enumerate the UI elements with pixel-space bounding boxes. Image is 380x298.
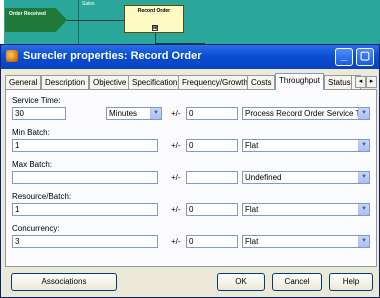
service-time-label: Service Time: (12, 96, 61, 105)
resource-batch-label: Resource/Batch: (12, 192, 72, 201)
process-canvas: Order Received Sales Record Order ⊞ (0, 0, 380, 44)
resource-batch-input[interactable]: 1 (12, 203, 158, 216)
tab-scroll-right-icon[interactable]: ▸ (366, 76, 377, 88)
service-time-unit-select[interactable]: Minutes ▼ (106, 107, 162, 120)
min-batch-label: Min Batch: (12, 128, 50, 137)
tab-objective[interactable]: Objective (89, 75, 131, 89)
start-event-node[interactable]: Order Received (5, 8, 67, 32)
max-batch-distribution-value: Undefined (245, 173, 282, 182)
resource-batch-distribution-select[interactable]: Flat ▼ (242, 203, 370, 216)
plus-minus-label: +/- (171, 109, 181, 118)
chevron-down-icon: ▼ (358, 108, 369, 119)
service-time-variance-input[interactable]: 0 (186, 107, 238, 120)
min-batch-variance-input[interactable]: 0 (186, 139, 238, 152)
dialog-title: Surecler properties: Record Order (23, 50, 202, 62)
chevron-down-icon: ▼ (358, 204, 369, 215)
min-batch-input[interactable]: 1 (12, 139, 158, 152)
plus-minus-label: +/- (171, 205, 181, 214)
throughput-panel: Service Time: 30 Minutes ▼ +/- 0 Process… (5, 89, 377, 267)
tab-scroll-left-icon[interactable]: ◂ (355, 76, 366, 88)
expand-icon[interactable]: ⊞ (152, 25, 158, 31)
tab-strip: General Description Objective Specificat… (5, 73, 377, 90)
max-batch-distribution-select[interactable]: Undefined ▼ (242, 171, 370, 184)
properties-dialog: Surecler properties: Record Order _ ▢ Ge… (0, 44, 380, 298)
tab-frequency-growth[interactable]: Frequency/Growth (178, 75, 252, 89)
concurrency-distribution-value: Flat (245, 237, 259, 246)
min-batch-distribution-select[interactable]: Flat ▼ (242, 139, 370, 152)
concurrency-distribution-select[interactable]: Flat ▼ (242, 235, 370, 248)
maximize-button[interactable]: ▢ (356, 48, 374, 66)
service-time-input[interactable]: 30 (12, 107, 66, 120)
tab-general[interactable]: General (5, 75, 42, 89)
swimlane-label: Sales (82, 1, 95, 7)
max-batch-label: Max Batch: (12, 160, 53, 169)
plus-minus-label: +/- (171, 237, 181, 246)
activity-record-order[interactable]: Record Order ⊞ (124, 5, 184, 33)
chevron-down-icon: ▼ (358, 140, 369, 151)
service-time-distribution-select[interactable]: Process Record Order Service Time ▼ (242, 107, 370, 120)
plus-minus-label: +/- (171, 141, 181, 150)
canvas-edge (0, 0, 4, 44)
chevron-down-icon: ▼ (358, 236, 369, 247)
concurrency-variance-input[interactable]: 0 (186, 235, 238, 248)
activity-label: Record Order (137, 8, 171, 14)
help-button[interactable]: Help (329, 273, 373, 291)
tab-specification[interactable]: Specification (128, 75, 182, 89)
tab-throughput[interactable]: Throughput (275, 73, 324, 90)
dialog-titlebar[interactable]: Surecler properties: Record Order _ ▢ (1, 45, 379, 69)
tab-description[interactable]: Description (41, 75, 90, 89)
resource-batch-variance-input[interactable]: 0 (186, 203, 238, 216)
minimize-button[interactable]: _ (335, 48, 353, 66)
cancel-button[interactable]: Cancel (272, 273, 322, 291)
tab-costs[interactable]: Costs (247, 75, 276, 89)
plus-minus-label: +/- (171, 173, 181, 182)
concurrency-label: Concurrency: (12, 224, 60, 233)
ok-button[interactable]: OK (217, 273, 265, 291)
associations-button[interactable]: Associations (11, 273, 117, 291)
service-time-distribution-value: Process Record Order Service Time (245, 109, 370, 118)
app-icon (6, 50, 18, 62)
max-batch-variance-input[interactable] (186, 171, 238, 184)
max-batch-input[interactable] (12, 171, 158, 184)
chevron-down-icon: ▼ (358, 172, 369, 183)
connector-line (67, 20, 124, 21)
service-time-unit-value: Minutes (109, 109, 138, 118)
concurrency-input[interactable]: 3 (12, 235, 158, 248)
chevron-down-icon: ▼ (150, 108, 161, 119)
min-batch-distribution-value: Flat (245, 141, 259, 150)
resource-batch-distribution-value: Flat (245, 205, 259, 214)
